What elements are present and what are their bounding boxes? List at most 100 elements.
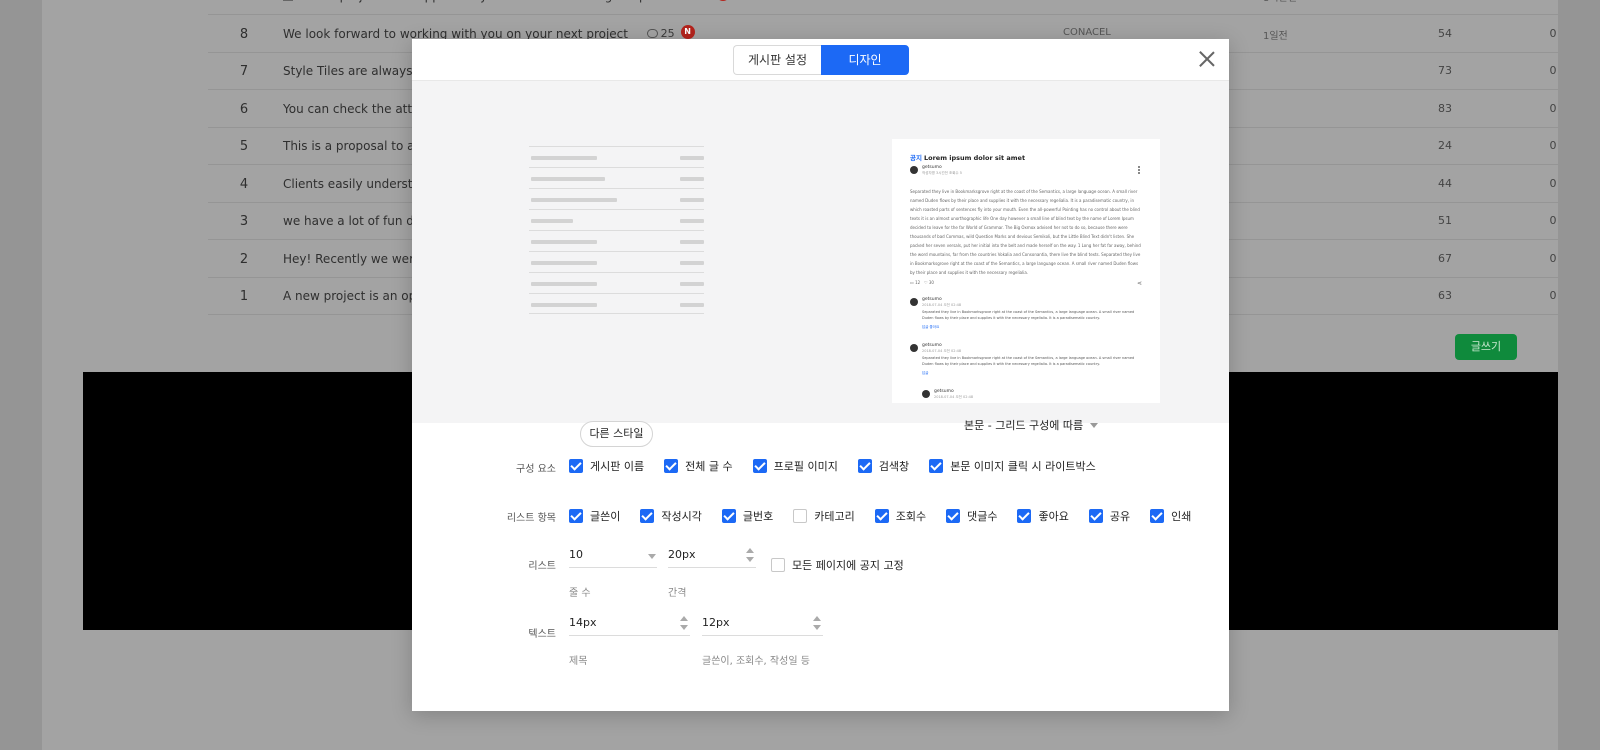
tab-board-settings[interactable]: 게시판 설정 bbox=[733, 45, 821, 75]
row-likes: 0 bbox=[1549, 101, 1557, 115]
option-label: 프로필 이미지 bbox=[773, 460, 838, 473]
list-preview-row bbox=[529, 209, 704, 230]
comment-text: Separated they live in Bookmarksgrove ri… bbox=[922, 356, 1135, 366]
chevron-down-icon bbox=[648, 554, 656, 559]
row-gap-value: 20px bbox=[668, 548, 696, 561]
avatar bbox=[910, 298, 918, 306]
row-likes: 0 bbox=[1549, 64, 1557, 77]
row-gap-stepper[interactable]: 20px bbox=[668, 544, 756, 568]
share-icon: ⋖ bbox=[1136, 280, 1142, 287]
option-label: 글번호 bbox=[742, 510, 774, 523]
avatar bbox=[910, 166, 918, 174]
pin-notice-label: 모든 페이지에 공지 고정 bbox=[792, 559, 904, 572]
option-checkbox[interactable]: 작성시각 bbox=[640, 508, 702, 524]
close-icon[interactable] bbox=[1199, 51, 1215, 67]
title-font-size-caption: 제목 bbox=[569, 656, 588, 667]
tab-design[interactable]: 디자인 bbox=[821, 45, 909, 75]
checkbox-icon bbox=[946, 509, 961, 523]
row-number: 3 bbox=[239, 214, 249, 229]
option-checkbox[interactable]: 공유 bbox=[1088, 508, 1131, 524]
row-likes: 0 bbox=[1549, 139, 1557, 152]
option-checkbox[interactable]: 글번호 bbox=[721, 508, 774, 524]
meta-font-size-stepper[interactable]: 12px bbox=[702, 612, 823, 636]
table-row[interactable]: 9 A new project is an opportunity to crea… bbox=[208, 0, 1600, 15]
checkbox-icon bbox=[857, 459, 872, 473]
row-number: 6 bbox=[239, 101, 249, 117]
option-label: 댓글수 bbox=[967, 510, 998, 523]
notice-label: 공지 bbox=[910, 154, 922, 162]
row-gap-caption: 간격 bbox=[668, 588, 687, 599]
stepper-icon[interactable] bbox=[813, 615, 821, 631]
new-badge: N bbox=[715, 0, 730, 1]
pin-notice-option: 모든 페이지에 공지 고정 bbox=[771, 557, 924, 573]
row-number: 7 bbox=[239, 64, 249, 79]
checkbox-icon bbox=[752, 459, 767, 473]
title-font-size-value: 14px bbox=[569, 616, 597, 629]
list-style-preview bbox=[529, 146, 704, 314]
meta-font-size-value: 12px bbox=[702, 616, 730, 629]
option-checkbox[interactable]: 본문 이미지 클릭 시 라이트박스 bbox=[929, 458, 1096, 474]
option-checkbox[interactable]: 전체 글 수 bbox=[664, 458, 733, 474]
row-number: 8 bbox=[239, 26, 249, 42]
row-time: 1일전 bbox=[1263, 30, 1288, 42]
row-number: 1 bbox=[239, 289, 249, 304]
preview-comment-count: 12 bbox=[915, 280, 921, 285]
option-label: 공유 bbox=[1109, 510, 1131, 523]
option-checkbox[interactable]: 글쓴이 bbox=[569, 508, 620, 524]
row-views: 34 bbox=[1430, 0, 1460, 2]
option-checkbox[interactable]: 좋아요 bbox=[1017, 508, 1069, 524]
option-checkbox[interactable]: 카테고리 bbox=[793, 508, 855, 524]
option-label: 카테고리 bbox=[814, 510, 855, 523]
row-number: 9 bbox=[234, 0, 254, 4]
row-views: 44 bbox=[1438, 176, 1452, 190]
design-settings: 구성 요소 게시판 이름 전체 글 수 프로필 이미지 검색창 본문 이미지 클릭 시 … bbox=[412, 423, 1229, 711]
option-label: 인쇄 bbox=[1171, 510, 1192, 523]
write-button[interactable]: 글쓰기 bbox=[1455, 334, 1517, 360]
option-label: 글쓴이 bbox=[590, 510, 621, 523]
modal-header: 게시판 설정 디자인 bbox=[412, 39, 1229, 81]
row-title-text: A new project is an opportunity to creat… bbox=[299, 0, 661, 3]
left-margin bbox=[0, 0, 42, 750]
row-views: 24 bbox=[1438, 139, 1452, 152]
checkbox-icon bbox=[1088, 509, 1103, 523]
option-label: 전체 글 수 bbox=[685, 460, 733, 473]
stepper-icon[interactable] bbox=[746, 547, 754, 563]
option-label: 게시판 이름 bbox=[590, 460, 645, 473]
option-checkbox[interactable]: 게시판 이름 bbox=[569, 458, 644, 474]
row-views: 73 bbox=[1438, 64, 1452, 77]
pin-notice-checkbox[interactable]: 모든 페이지에 공지 고정 bbox=[771, 557, 904, 573]
checkbox-icon bbox=[640, 509, 655, 523]
list-preview-row bbox=[529, 272, 704, 293]
title-font-size-stepper[interactable]: 14px bbox=[569, 612, 690, 636]
row-time: 8시간전 bbox=[1263, 0, 1297, 4]
option-checkbox[interactable]: 프로필 이미지 bbox=[752, 458, 838, 474]
rows-per-page-select[interactable]: 10 bbox=[569, 544, 657, 568]
comment-date: 2018-07-04 오전 02:48 bbox=[922, 303, 962, 307]
preview-body: Separated they live in Bookmarksgrove ri… bbox=[910, 189, 1141, 275]
list-preview-row bbox=[529, 146, 704, 167]
row-title[interactable]: A new project is an opportunity to creat… bbox=[283, 0, 661, 3]
preview-like-count: 30 bbox=[928, 280, 934, 285]
comment-date: 2018-07-04 오전 02:48 bbox=[922, 349, 962, 353]
checkbox-icon bbox=[929, 459, 944, 473]
row-views: 51 bbox=[1438, 214, 1452, 227]
preview-post-title: 공지 Lorem ipsum dolor sit amet bbox=[910, 152, 1025, 162]
comment-count-value: 87 bbox=[696, 0, 710, 2]
row-views: 63 bbox=[1438, 289, 1452, 302]
row-views: 67 bbox=[1438, 251, 1452, 265]
checkbox-icon bbox=[1017, 509, 1032, 523]
comment-author: getsumo bbox=[922, 343, 942, 348]
option-checkbox[interactable]: 조회수 bbox=[874, 508, 926, 524]
option-label: 검색창 bbox=[878, 460, 910, 473]
option-checkbox[interactable]: 댓글수 bbox=[946, 508, 997, 524]
option-checkbox[interactable]: 검색창 bbox=[857, 458, 910, 474]
comment-icon bbox=[646, 28, 658, 38]
components-options: 게시판 이름 전체 글 수 프로필 이미지 검색창 본문 이미지 클릭 시 라이트박스 bbox=[569, 458, 1116, 474]
stepper-icon[interactable] bbox=[680, 615, 688, 631]
row-category: CONACEL bbox=[1063, 26, 1111, 38]
list-item-options: 글쓴이 작성시각 글번호 카테고리 조회수 댓글수 좋아요 공유 인쇄 bbox=[569, 508, 1211, 524]
option-label: 좋아요 bbox=[1038, 510, 1069, 523]
list-label: 리스트 bbox=[528, 561, 556, 572]
option-checkbox[interactable]: 인쇄 bbox=[1150, 508, 1191, 524]
comment-author: getsumo bbox=[922, 297, 942, 302]
